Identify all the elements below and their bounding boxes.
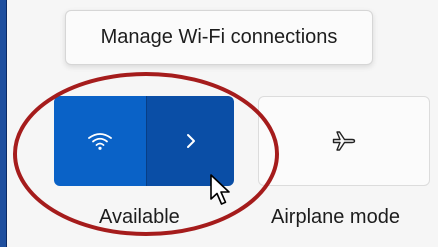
wifi-tile-label: Available [99,206,180,228]
wifi-toggle-button[interactable] [54,96,146,186]
mouse-pointer-icon [210,174,230,205]
wifi-tooltip: Manage Wi-Fi connections [65,10,373,65]
wifi-tile [54,96,234,186]
chevron-right-icon [186,134,195,148]
airplane-mode-button[interactable] [258,96,430,186]
wifi-tooltip-text: Manage Wi-Fi connections [100,26,338,48]
desktop-edge [0,0,7,247]
airplane-mode-label: Airplane mode [271,206,400,228]
wifi-icon [88,133,112,150]
airplane-icon [332,131,356,151]
